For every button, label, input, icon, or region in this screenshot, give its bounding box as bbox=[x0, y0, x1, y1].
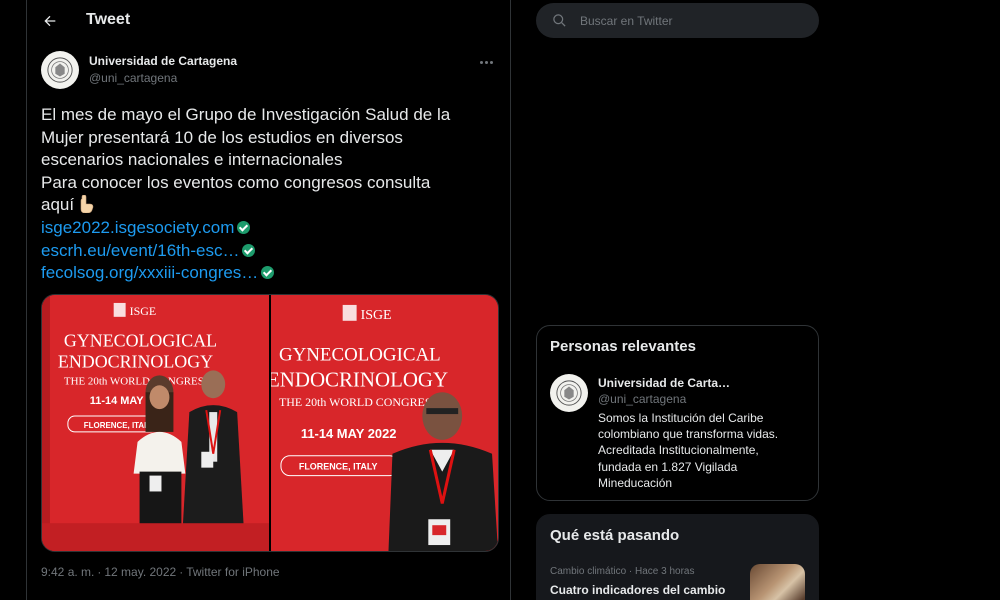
pointing-down-emoji-icon bbox=[80, 195, 94, 214]
trend-category: Cambio climático · Hace 3 horas bbox=[550, 566, 695, 577]
relevant-people-card: Personas relevantes Universidad de Carta… bbox=[536, 325, 819, 501]
tweet-photo-1[interactable]: ISGE GYNECOLOGICAL ENDOCRINOLOGY THE 20t… bbox=[42, 295, 269, 551]
person-bio: Somos la Institución del Caribe colombia… bbox=[598, 411, 779, 490]
tweet-text: El mes de mayo el Grupo de Investigación… bbox=[41, 104, 501, 285]
verified-icon bbox=[242, 243, 256, 257]
person-handle[interactable]: @uni_cartagena bbox=[598, 392, 686, 406]
trend-thumbnail[interactable] bbox=[750, 564, 805, 600]
tweet-time[interactable]: 9:42 a. m. bbox=[41, 565, 94, 579]
back-arrow-icon bbox=[44, 15, 56, 27]
tweet-link-1[interactable]: isge2022.isgesociety.com bbox=[41, 218, 234, 237]
header: Tweet bbox=[27, 0, 510, 42]
university-seal-icon bbox=[556, 380, 582, 406]
photo-sign-line1: GYNECOLOGICAL bbox=[279, 345, 441, 366]
avatar[interactable] bbox=[41, 51, 79, 89]
tweet-line: aquí bbox=[41, 195, 75, 215]
tweet-photo-2[interactable]: ISGE GYNECOLOGICAL ENDOCRINOLOGY THE 20t… bbox=[271, 295, 498, 551]
tweet-line: Mujer presentará 10 de los estudios en d… bbox=[41, 127, 403, 147]
search-input[interactable] bbox=[580, 3, 810, 38]
tweet-meta: 9:42 a. m. · 12 may. 2022 · Twitter for iPho… bbox=[41, 565, 280, 579]
meta-separator: · bbox=[97, 565, 102, 579]
photo-2-scene: ISGE GYNECOLOGICAL ENDOCRINOLOGY THE 20t… bbox=[271, 295, 498, 551]
author-handle[interactable]: @uni_cartagena bbox=[89, 71, 177, 85]
tweet-link-2[interactable]: escrh.eu/event/16th-esc… bbox=[41, 241, 239, 260]
photo-sign-line2: ENDOCRINOLOGY bbox=[271, 367, 448, 391]
link-line: fecolsog.org/xxxiii-congres… bbox=[41, 262, 501, 285]
trends-title: Qué está pasando bbox=[550, 527, 680, 544]
person-name[interactable]: Universidad de Carta… bbox=[598, 376, 730, 390]
link-line: isge2022.isgesociety.com bbox=[41, 217, 501, 240]
photo-sign-line2: ENDOCRINOLOGY bbox=[58, 351, 213, 371]
trends-card: Qué está pasando Cambio climático · Hace… bbox=[536, 514, 819, 600]
tweet-source[interactable]: Twitter for iPhone bbox=[186, 565, 279, 579]
meta-separator: · bbox=[179, 565, 184, 579]
trend-headline[interactable]: Cuatro indicadores del cambio bbox=[550, 583, 725, 597]
photo-sign-line1: GYNECOLOGICAL bbox=[64, 331, 217, 351]
tweet-line: El mes de mayo el Grupo de Investigación… bbox=[41, 105, 451, 124]
verified-icon bbox=[261, 266, 275, 280]
photo-sign-place: FLORENCE, ITALY bbox=[84, 421, 155, 430]
search-icon bbox=[553, 14, 566, 27]
tweet-line: escenarios nacionales e internacionales bbox=[41, 150, 343, 170]
author-name[interactable]: Universidad de Cartagena bbox=[89, 54, 237, 68]
verified-icon bbox=[237, 220, 251, 234]
more-icon[interactable] bbox=[474, 55, 498, 69]
search-box[interactable] bbox=[536, 3, 819, 38]
photo-sign-line3: THE 20th WORLD CONGRESS bbox=[279, 395, 438, 409]
back-button[interactable] bbox=[37, 8, 63, 34]
tweet-date[interactable]: 12 may. 2022 bbox=[104, 565, 176, 579]
university-seal-icon bbox=[47, 57, 73, 83]
photo-sign-place: FLORENCE, ITALY bbox=[299, 462, 378, 472]
tweet-link-3[interactable]: fecolsog.org/xxxiii-congres… bbox=[41, 263, 258, 282]
photo-sign-brand: ISGE bbox=[130, 304, 157, 318]
tweet-line: Para conocer los eventos como congresos … bbox=[41, 172, 431, 192]
photo-1-scene: ISGE GYNECOLOGICAL ENDOCRINOLOGY THE 20t… bbox=[42, 295, 269, 551]
avatar[interactable] bbox=[550, 374, 588, 412]
relevant-people-title: Personas relevantes bbox=[550, 338, 696, 355]
photo-sign-dates: 11-14 MAY 2022 bbox=[301, 426, 397, 441]
tweet-media: ISGE GYNECOLOGICAL ENDOCRINOLOGY THE 20t… bbox=[41, 294, 499, 552]
link-line: escrh.eu/event/16th-esc… bbox=[41, 240, 501, 263]
tweet-line-last: aquí bbox=[41, 194, 501, 217]
photo-sign-line3: THE 20th WORLD CONGRESS bbox=[64, 375, 210, 387]
main-column: Tweet Universidad de Cartagena @uni_cart… bbox=[26, 0, 511, 600]
page-title: Tweet bbox=[86, 11, 131, 28]
photo-sign-brand: ISGE bbox=[361, 308, 392, 323]
